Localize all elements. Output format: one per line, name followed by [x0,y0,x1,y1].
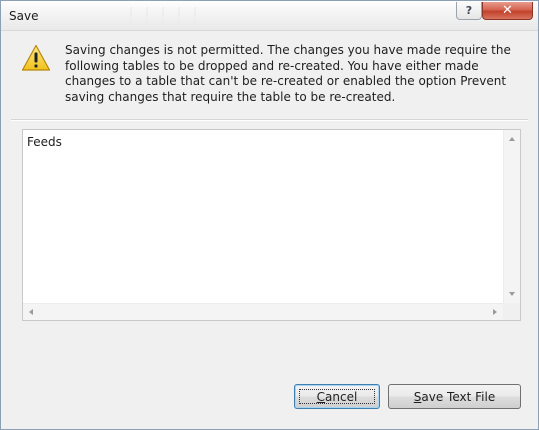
scroll-right-icon[interactable] [493,309,497,315]
scroll-left-icon[interactable] [29,309,33,315]
horizontal-scrollbar[interactable] [23,303,503,320]
warning-icon [21,44,51,71]
scrollbar-corner [503,303,520,320]
cancel-button[interactable]: Cancel [294,384,380,409]
focus-rectangle [299,389,375,404]
title-bar[interactable]: Save ? ✕ [1,1,538,31]
scroll-up-icon[interactable] [509,137,515,141]
help-icon: ? [465,4,473,17]
scroll-down-icon[interactable] [509,292,515,296]
warning-message: Saving changes is not permitted. The cha… [65,43,511,104]
save-text-file-button[interactable]: Save Text File [388,384,521,409]
vertical-scrollbar[interactable] [503,130,520,303]
help-button[interactable]: ? [456,2,482,20]
title-bar-ghost-graphic [116,7,196,25]
details-text: Feeds [27,135,62,149]
close-button[interactable]: ✕ [482,2,533,20]
divider [11,119,528,121]
save-dialog: Save ? ✕ Saving changes is not permitted… [0,0,539,430]
details-text-box[interactable]: Feeds [22,129,521,321]
save-text-file-button-label: Save Text File [413,389,496,404]
close-icon: ✕ [502,3,513,18]
window-title: Save [9,9,39,23]
